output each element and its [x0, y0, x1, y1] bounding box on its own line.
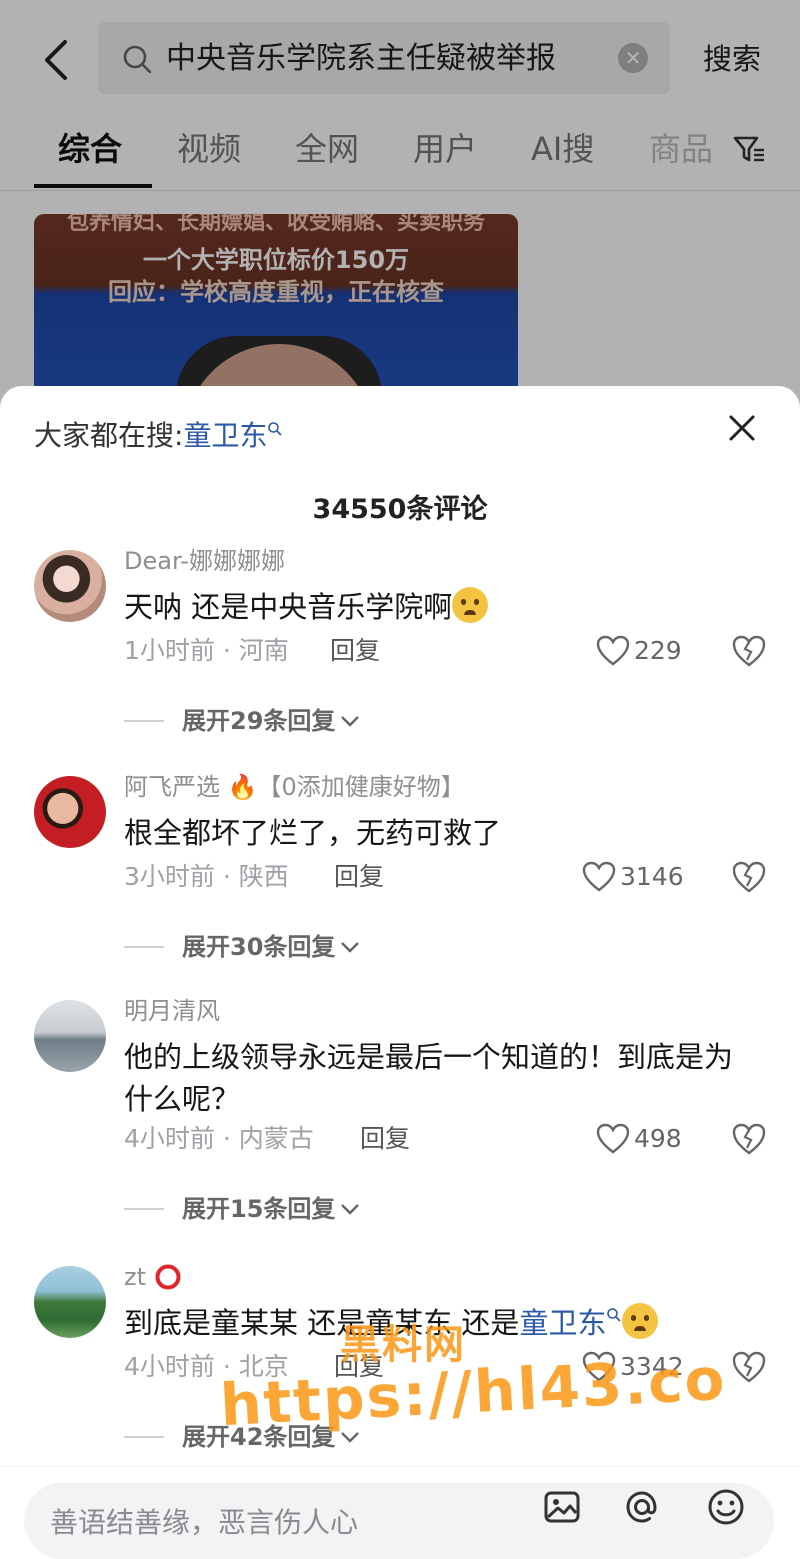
trending-search: 大家都在搜:童卫东: [34, 418, 283, 454]
comment-username[interactable]: 明月清风: [124, 994, 220, 1028]
broken-heart-icon[interactable]: [732, 1350, 766, 1384]
like-button[interactable]: 498: [596, 1122, 682, 1156]
comment-time-location: 4小时前 · 内蒙古: [124, 1124, 314, 1153]
comment-item: 阿飞严选 🔥【0添加健康好物】 根全都坏了烂了，无药可救了 3小时前 · 陕西 …: [0, 773, 800, 976]
divider-line: [124, 1208, 164, 1210]
comment-input-placeholder: 善语结善缘，恶言伤人心: [50, 1506, 359, 1539]
broken-heart-icon[interactable]: [732, 1122, 766, 1156]
comment-username[interactable]: zt: [124, 1260, 182, 1294]
expand-replies-button[interactable]: 展开29条回复: [124, 704, 361, 738]
expand-replies-button[interactable]: 展开30条回复: [124, 930, 361, 964]
search-results-page: 中央音乐学院系主任疑被举报 ✕ 搜索 综合 视频 全网 用户 AI搜 商品 包养…: [0, 0, 800, 424]
expand-replies-label: 展开15条回复: [182, 1195, 336, 1223]
search-icon: [268, 422, 283, 436]
divider-line: [124, 1436, 164, 1438]
red-circle-icon: [155, 1264, 181, 1290]
like-button[interactable]: 229: [596, 634, 682, 668]
like-button[interactable]: 3146: [582, 860, 684, 894]
comment-username[interactable]: 阿飞严选 🔥【0添加健康好物】: [124, 770, 465, 804]
heart-icon: [596, 635, 630, 666]
comment-text: 根全都坏了烂了，无药可救了: [124, 816, 502, 850]
like-count: 498: [634, 1124, 682, 1153]
avatar[interactable]: [34, 1000, 106, 1072]
at-mention-icon[interactable]: [622, 1487, 662, 1527]
like-count: 229: [634, 636, 682, 665]
comment-time-location: 1小时前 · 河南: [124, 636, 289, 665]
expand-replies-label: 展开30条回复: [182, 933, 336, 961]
reply-button[interactable]: 回复: [330, 634, 380, 668]
divider-line: [124, 720, 164, 722]
chevron-down-icon: [341, 716, 360, 727]
avatar[interactable]: [34, 1266, 106, 1338]
comment-item: Dear-娜娜娜娜 天呐 还是中央音乐学院啊 1小时前 · 河南 回复 229 …: [0, 547, 800, 750]
emoji-icon[interactable]: [706, 1487, 746, 1527]
image-icon[interactable]: [542, 1487, 582, 1527]
heart-icon: [582, 861, 616, 892]
like-count: 3146: [620, 862, 684, 891]
chevron-down-icon: [341, 942, 360, 953]
close-icon[interactable]: [726, 412, 758, 444]
comment-username[interactable]: Dear-娜娜娜娜: [124, 544, 285, 578]
trending-prefix: 大家都在搜:: [34, 419, 184, 452]
comment-time-location: 3小时前 · 陕西: [124, 862, 289, 891]
fire-icon: 🔥: [227, 773, 258, 801]
divider-line: [124, 946, 164, 948]
heart-icon: [596, 1123, 630, 1154]
avatar[interactable]: [34, 550, 106, 622]
keyword-link[interactable]: 童卫东: [519, 1306, 606, 1340]
avatar[interactable]: [34, 776, 106, 848]
dim-overlay[interactable]: [0, 0, 800, 420]
comment-item: 明月清风 他的上级领导永远是最后一个知道的！到底是为什么呢？ 4小时前 · 内蒙…: [0, 997, 800, 1230]
comment-count: 34550条评论: [312, 494, 488, 525]
trending-keyword-link[interactable]: 童卫东: [183, 419, 267, 452]
reply-button[interactable]: 回复: [334, 860, 384, 894]
search-icon: [607, 1308, 622, 1322]
chevron-down-icon: [341, 1204, 360, 1215]
broken-heart-icon[interactable]: [732, 860, 766, 894]
username-text: 阿飞严选: [124, 773, 220, 801]
reply-button[interactable]: 回复: [360, 1122, 410, 1156]
kissing-face-emoji-icon: [622, 1303, 659, 1339]
expand-replies-label: 展开29条回复: [182, 707, 336, 735]
comment-input-bar: 善语结善缘，恶言伤人心: [0, 1466, 800, 1559]
comment-text: 他的上级领导永远是最后一个知道的！到底是为什么呢？: [124, 1040, 734, 1116]
username-text: zt: [124, 1263, 147, 1291]
username-suffix: 【0添加健康好物】: [257, 773, 465, 801]
comment-text-content: 天呐 还是中央音乐学院啊: [124, 590, 453, 624]
comment-text: 天呐 还是中央音乐学院啊: [124, 586, 754, 628]
expand-replies-button[interactable]: 展开15条回复: [124, 1192, 361, 1226]
crying-face-emoji-icon: [452, 587, 489, 623]
broken-heart-icon[interactable]: [732, 634, 766, 668]
